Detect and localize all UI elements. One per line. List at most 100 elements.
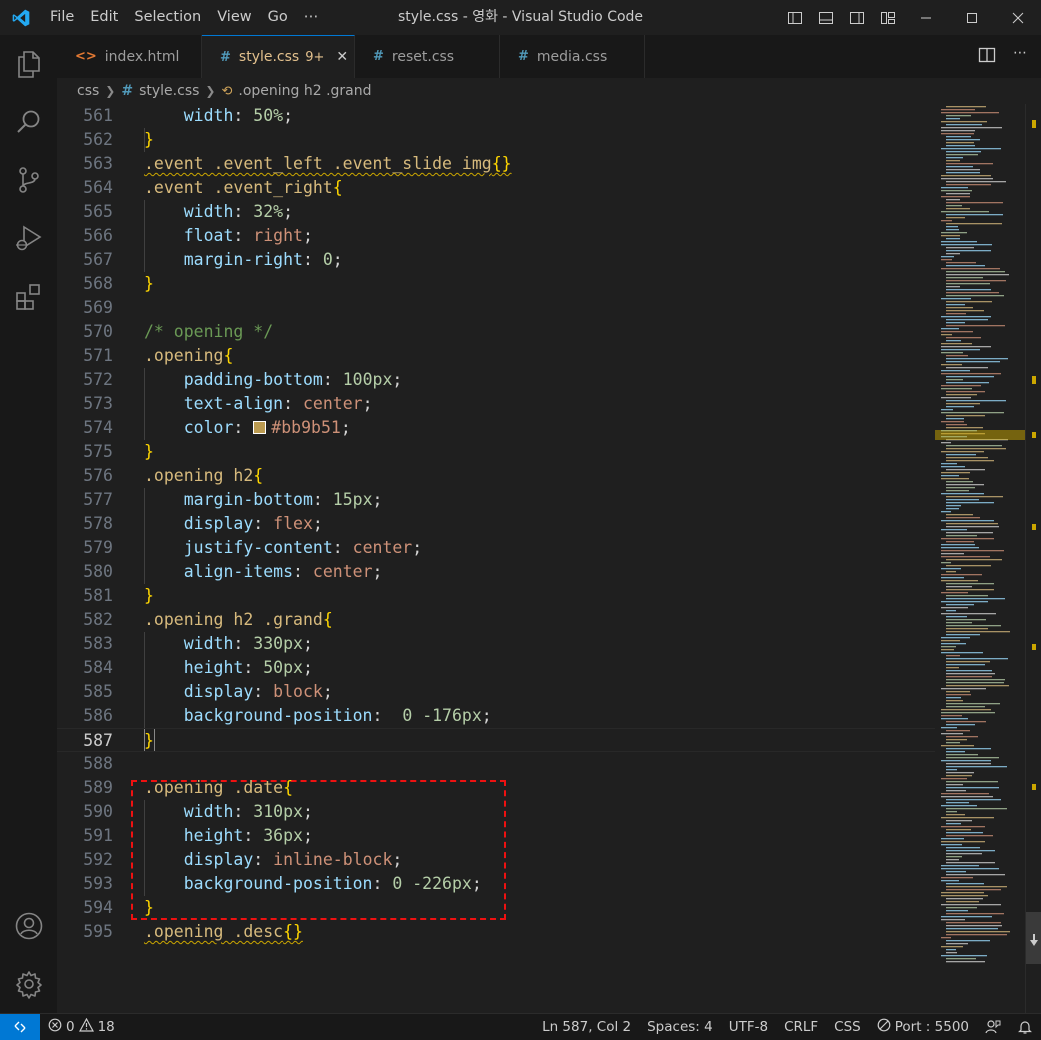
code-text: .opening h2 .grand{ — [144, 610, 333, 629]
code-line[interactable]: 582 .opening h2 .grand{ — [57, 608, 935, 632]
code-line[interactable]: 568} — [57, 272, 935, 296]
code-line[interactable]: 589 .opening .date{ — [57, 776, 935, 800]
run-debug-icon[interactable] — [0, 209, 57, 267]
code-line[interactable]: 566 float: right; — [57, 224, 935, 248]
menu-more[interactable]: ⋯ — [296, 0, 327, 35]
end-of-line[interactable]: CRLF — [776, 1019, 826, 1035]
vscode-logo-icon — [0, 0, 42, 35]
indent-guide — [144, 488, 145, 584]
more-actions-icon[interactable]: ⋯ — [1009, 45, 1031, 67]
code-line[interactable]: 591 height: 36px; — [57, 824, 935, 848]
menu-selection[interactable]: Selection — [126, 0, 209, 35]
code-line[interactable]: 594} — [57, 896, 935, 920]
toggle-panel-icon[interactable] — [810, 0, 841, 35]
problems-badge: 9+ — [305, 49, 325, 65]
code-line[interactable]: 584 height: 50px; — [57, 656, 935, 680]
code-editor[interactable]: 561 width: 50%; 562} 563 .event .event_left… — [57, 104, 935, 1013]
feedback-icon[interactable] — [977, 1019, 1009, 1035]
menu-go[interactable]: Go — [260, 0, 296, 35]
code-line[interactable]: 575} — [57, 440, 935, 464]
code-line[interactable]: 578 display: flex; — [57, 512, 935, 536]
indent-guide — [144, 200, 145, 272]
code-line[interactable]: 583 width: 330px; — [57, 632, 935, 656]
vertical-scrollbar[interactable] — [1025, 104, 1041, 1013]
tab-label: media.css — [536, 48, 608, 65]
menu-edit[interactable]: Edit — [82, 0, 126, 35]
color-swatch[interactable] — [253, 421, 267, 434]
code-line[interactable]: 572 padding-bottom: 100px; — [57, 368, 935, 392]
breadcrumb-folder[interactable]: css — [77, 83, 99, 99]
line-number: 578 — [83, 514, 113, 533]
code-line[interactable]: 562} — [57, 128, 935, 152]
menu-file[interactable]: File — [42, 0, 82, 35]
code-line[interactable]: 573 text-align: center; — [57, 392, 935, 416]
code-line[interactable]: 571 .opening{ — [57, 344, 935, 368]
search-icon[interactable] — [0, 93, 57, 151]
extensions-icon[interactable] — [0, 267, 57, 325]
code-line[interactable]: 569 — [57, 296, 935, 320]
problems-status[interactable]: 0 18 — [40, 1017, 123, 1036]
tab-style-css[interactable]: # style.css 9+ ✕ — [202, 35, 355, 78]
live-server-status[interactable]: Port : 5500 — [869, 1018, 977, 1036]
close-window-icon[interactable] — [995, 0, 1041, 35]
encoding[interactable]: UTF-8 — [721, 1019, 776, 1035]
code-line[interactable]: 587} — [57, 728, 935, 752]
css-file-icon: # — [373, 49, 384, 64]
code-line[interactable]: 563 .event .event_left .event_slide img{} — [57, 152, 935, 176]
line-number: 582 — [83, 610, 113, 629]
code-text: width: 50%; — [183, 106, 294, 125]
language-mode[interactable]: CSS — [826, 1019, 869, 1035]
line-number: 584 — [83, 658, 113, 677]
line-number: 593 — [83, 874, 113, 893]
toggle-secondary-sidebar-icon[interactable] — [841, 0, 872, 35]
code-line[interactable]: 588 — [57, 752, 935, 776]
code-line[interactable]: 580 align-items: center; — [57, 560, 935, 584]
code-text: text-align: center; — [183, 394, 373, 413]
code-line[interactable]: 593 background-position: 0 -226px; — [57, 872, 935, 896]
indent-guide — [144, 800, 145, 896]
customize-layout-icon[interactable] — [872, 0, 903, 35]
toggle-primary-sidebar-icon[interactable] — [779, 0, 810, 35]
css-file-icon: # — [518, 49, 529, 64]
code-line[interactable]: 595 .opening .desc{} — [57, 920, 935, 944]
menu-bar: File Edit Selection View Go ⋯ — [42, 0, 326, 35]
breadcrumb-symbol[interactable]: .opening h2 .grand — [238, 83, 371, 99]
code-line[interactable]: 570 /* opening */ — [57, 320, 935, 344]
close-tab-icon[interactable]: ✕ — [336, 49, 348, 65]
code-line[interactable]: 579 justify-content: center; — [57, 536, 935, 560]
menu-view[interactable]: View — [209, 0, 259, 35]
code-line[interactable]: 567 margin-right: 0; — [57, 248, 935, 272]
code-line[interactable]: 592 display: inline-block; — [57, 848, 935, 872]
code-line[interactable]: 561 width: 50%; — [57, 104, 935, 128]
accounts-icon[interactable] — [0, 897, 57, 955]
code-line[interactable]: 564 .event .event_right{ — [57, 176, 935, 200]
code-line[interactable]: 565 width: 32%; — [57, 200, 935, 224]
code-line[interactable]: 586 background-position: 0 -176px; — [57, 704, 935, 728]
code-line[interactable]: 585 display: block; — [57, 680, 935, 704]
code-line[interactable]: 576 .opening h2{ — [57, 464, 935, 488]
source-control-icon[interactable] — [0, 151, 57, 209]
line-number: 588 — [83, 754, 113, 773]
breadcrumb-file[interactable]: style.css — [139, 83, 199, 99]
chevron-right-icon: ❯ — [105, 84, 116, 98]
code-line[interactable]: 581} — [57, 584, 935, 608]
code-line[interactable]: 577 margin-bottom: 15px; — [57, 488, 935, 512]
remote-indicator-icon[interactable] — [0, 1013, 40, 1040]
explorer-icon[interactable] — [0, 35, 57, 93]
code-line[interactable]: 590 width: 310px; — [57, 800, 935, 824]
split-editor-icon[interactable] — [977, 45, 999, 67]
tab-reset-css[interactable]: # reset.css — [355, 35, 500, 78]
minimize-icon[interactable] — [903, 0, 949, 35]
notifications-bell-icon[interactable] — [1009, 1019, 1041, 1035]
manage-gear-icon[interactable] — [0, 955, 57, 1013]
code-text: height: 36px; — [183, 826, 313, 845]
breadcrumb: css ❯ # style.css ❯ ⟲ .opening h2 .grand — [57, 78, 1041, 104]
minimap[interactable] — [935, 104, 1025, 1013]
tab-index-html[interactable]: <> index.html — [57, 35, 202, 78]
tab-media-css[interactable]: # media.css — [500, 35, 645, 78]
cursor-position[interactable]: Ln 587, Col 2 — [534, 1019, 639, 1035]
code-line[interactable]: 574 color: #bb9b51; — [57, 416, 935, 440]
maximize-icon[interactable] — [949, 0, 995, 35]
line-number: 575 — [83, 442, 113, 461]
indentation[interactable]: Spaces: 4 — [639, 1019, 721, 1035]
